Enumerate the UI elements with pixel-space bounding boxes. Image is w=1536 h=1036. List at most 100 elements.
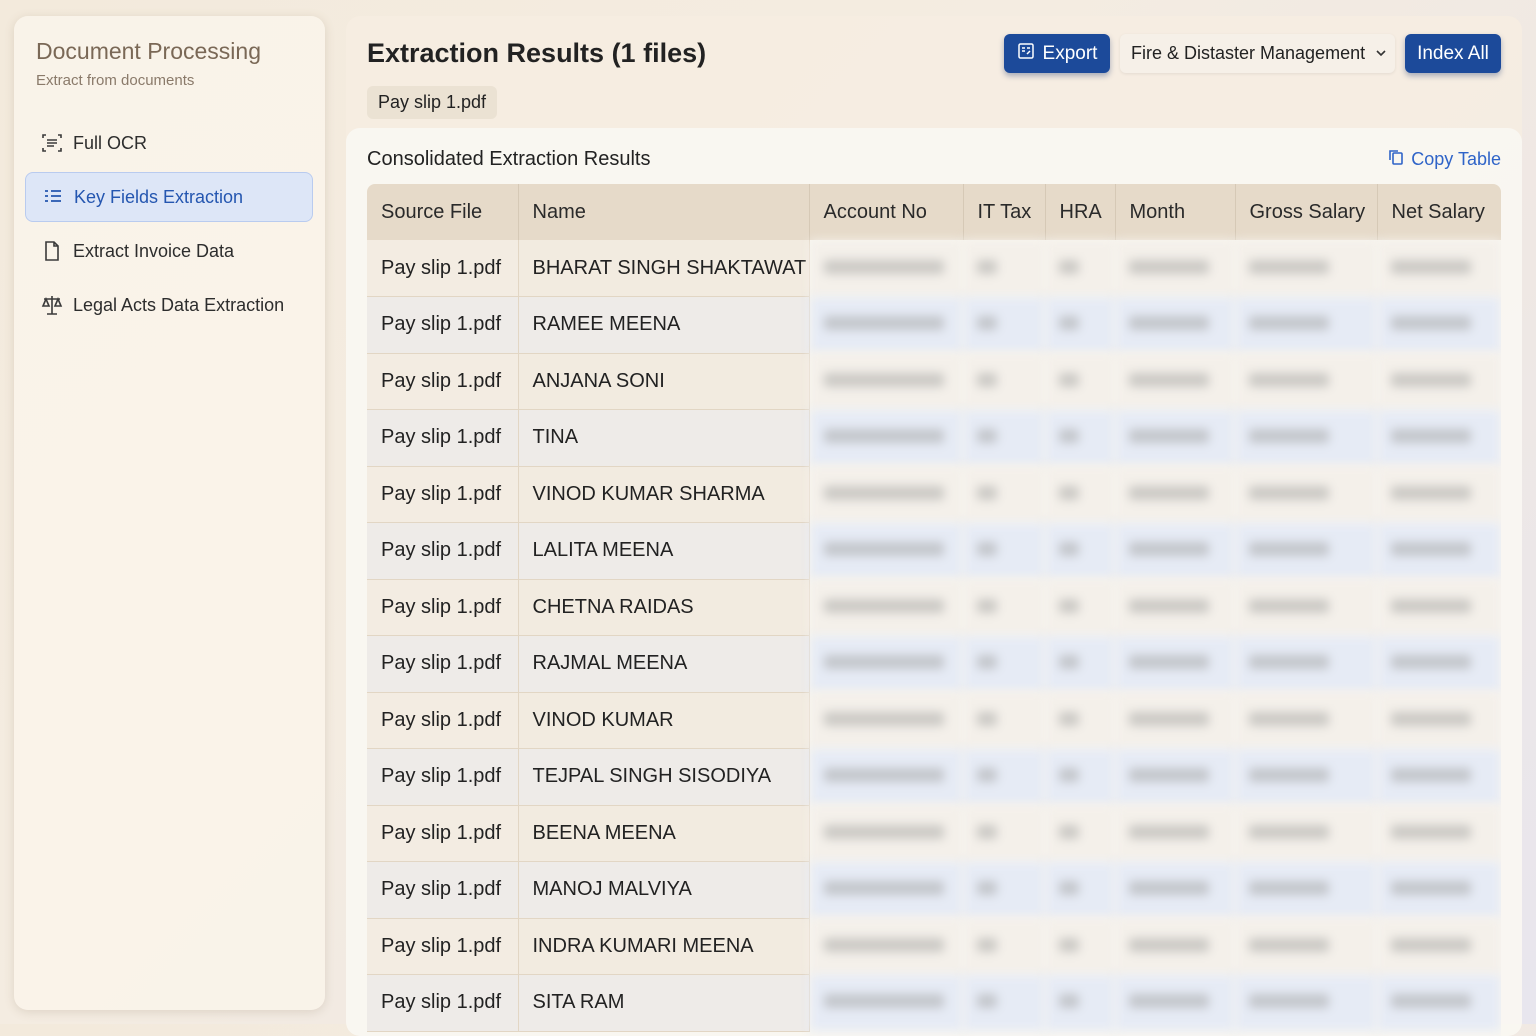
redacted-value: [1391, 655, 1471, 670]
column-header[interactable]: Source File: [367, 184, 519, 240]
table-row: Pay slip 1.pdf INDRA KUMARI MEENA: [367, 918, 1501, 975]
table-row: Pay slip 1.pdf VINOD KUMAR: [367, 692, 1501, 749]
source-file-cell: Pay slip 1.pdf: [367, 579, 519, 636]
redacted-cell: [1377, 635, 1501, 692]
redacted-cell: [1235, 240, 1377, 297]
index-all-button[interactable]: Index All: [1405, 34, 1501, 73]
collection-select[interactable]: Fire & Distaster Management: [1120, 34, 1395, 73]
chevron-down-icon: [1375, 43, 1387, 64]
redacted-value: [823, 881, 944, 896]
scale-icon: [41, 294, 63, 316]
redacted-value: [1129, 655, 1209, 670]
redacted-cell: [1045, 918, 1115, 975]
redacted-value: [823, 429, 944, 444]
sidebar-item-key-fields[interactable]: Key Fields Extraction: [25, 172, 313, 222]
source-file-cell: Pay slip 1.pdf: [367, 748, 519, 806]
redacted-value: [1249, 994, 1329, 1009]
sidebar-item-label: Legal Acts Data Extraction: [73, 294, 285, 315]
redacted-cell: [1115, 748, 1235, 805]
column-header[interactable]: Net Salary: [1377, 184, 1501, 240]
redacted-cell: [1235, 692, 1377, 749]
redacted-value: [1129, 372, 1209, 387]
file-chip[interactable]: Pay slip 1.pdf: [367, 86, 498, 119]
column-header[interactable]: Month: [1115, 184, 1236, 240]
redacted-cell: [963, 918, 1045, 975]
redacted-value: [823, 542, 944, 557]
redacted-value: [823, 259, 944, 274]
column-header[interactable]: IT Tax: [963, 184, 1046, 240]
redacted-value: [1059, 542, 1079, 557]
redacted-value: [1391, 316, 1471, 331]
export-button[interactable]: Export: [1004, 34, 1110, 73]
redacted-cell: [809, 409, 963, 466]
redacted-cell: [1115, 353, 1235, 410]
redacted-cell: [1115, 692, 1235, 749]
name-cell: LALITA MEENA: [518, 522, 810, 580]
redacted-cell: [1377, 748, 1501, 805]
redacted-value: [1249, 598, 1329, 613]
redacted-cell: [963, 353, 1045, 410]
redacted-cell: [1377, 522, 1501, 579]
redacted-cell: [1377, 974, 1501, 1031]
page-title: Extraction Results (1 files): [367, 38, 707, 68]
copy-icon: [1387, 148, 1405, 171]
results-title: Consolidated Extraction Results: [367, 148, 651, 170]
redacted-value: [823, 824, 944, 839]
name-cell: VINOD KUMAR: [518, 692, 810, 749]
main-panel: Extraction Results (1 files) Pay slip 1.…: [346, 16, 1522, 1036]
redacted-cell: [1377, 466, 1501, 523]
copy-table-button[interactable]: Copy Table: [1387, 148, 1501, 171]
redacted-cell: [1235, 748, 1377, 805]
column-header[interactable]: Name: [518, 184, 810, 240]
redacted-value: [1129, 542, 1209, 557]
redacted-cell: [1115, 296, 1235, 353]
column-header[interactable]: Account No: [809, 184, 964, 240]
redacted-cell: [963, 579, 1045, 636]
redacted-cell: [963, 805, 1045, 862]
redacted-value: [1129, 429, 1209, 444]
redacted-cell: [1045, 635, 1115, 692]
table-row: Pay slip 1.pdf SITA RAM: [367, 974, 1501, 1032]
redacted-cell: [1377, 805, 1501, 862]
table-row: Pay slip 1.pdf ANJANA SONI: [367, 353, 1501, 410]
redacted-cell: [963, 748, 1045, 805]
redacted-value: [823, 768, 944, 783]
redacted-cell: [1115, 466, 1235, 523]
redacted-value: [977, 768, 997, 783]
redacted-cell: [809, 748, 963, 805]
redacted-value: [1129, 994, 1209, 1009]
redacted-value: [1249, 711, 1329, 726]
redacted-cell: [1115, 861, 1235, 918]
sidebar-item-legal-acts[interactable]: Legal Acts Data Extraction: [25, 280, 313, 330]
redacted-cell: [1235, 409, 1377, 466]
column-header[interactable]: HRA: [1045, 184, 1116, 240]
redacted-cell: [1045, 692, 1115, 749]
redacted-value: [1059, 655, 1079, 670]
column-header[interactable]: Gross Salary: [1235, 184, 1378, 240]
redacted-value: [1249, 372, 1329, 387]
redacted-value: [1059, 316, 1079, 331]
redacted-cell: [963, 974, 1045, 1031]
results-card: Consolidated Extraction Results Copy Tab…: [346, 128, 1522, 1036]
redacted-value: [823, 994, 944, 1009]
list-icon: [42, 186, 64, 208]
redacted-value: [1129, 485, 1209, 500]
redacted-cell: [809, 805, 963, 862]
sidebar-item-invoice[interactable]: Extract Invoice Data: [25, 226, 313, 276]
redacted-value: [977, 485, 997, 500]
redacted-cell: [1045, 240, 1115, 297]
redacted-value: [1129, 937, 1209, 952]
redacted-value: [1391, 542, 1471, 557]
redacted-cell: [809, 974, 963, 1031]
redacted-value: [1129, 259, 1209, 274]
redacted-value: [1249, 429, 1329, 444]
table-row: Pay slip 1.pdf VINOD KUMAR SHARMA: [367, 466, 1501, 523]
redacted-value: [823, 372, 944, 387]
table-row: Pay slip 1.pdf TEJPAL SINGH SISODIYA: [367, 748, 1501, 806]
source-file-cell: Pay slip 1.pdf: [367, 409, 519, 467]
redacted-cell: [809, 240, 963, 297]
redacted-value: [823, 655, 944, 670]
sidebar-item-full-ocr[interactable]: Full OCR: [25, 118, 313, 168]
redacted-cell: [1045, 748, 1115, 805]
redacted-value: [977, 655, 997, 670]
